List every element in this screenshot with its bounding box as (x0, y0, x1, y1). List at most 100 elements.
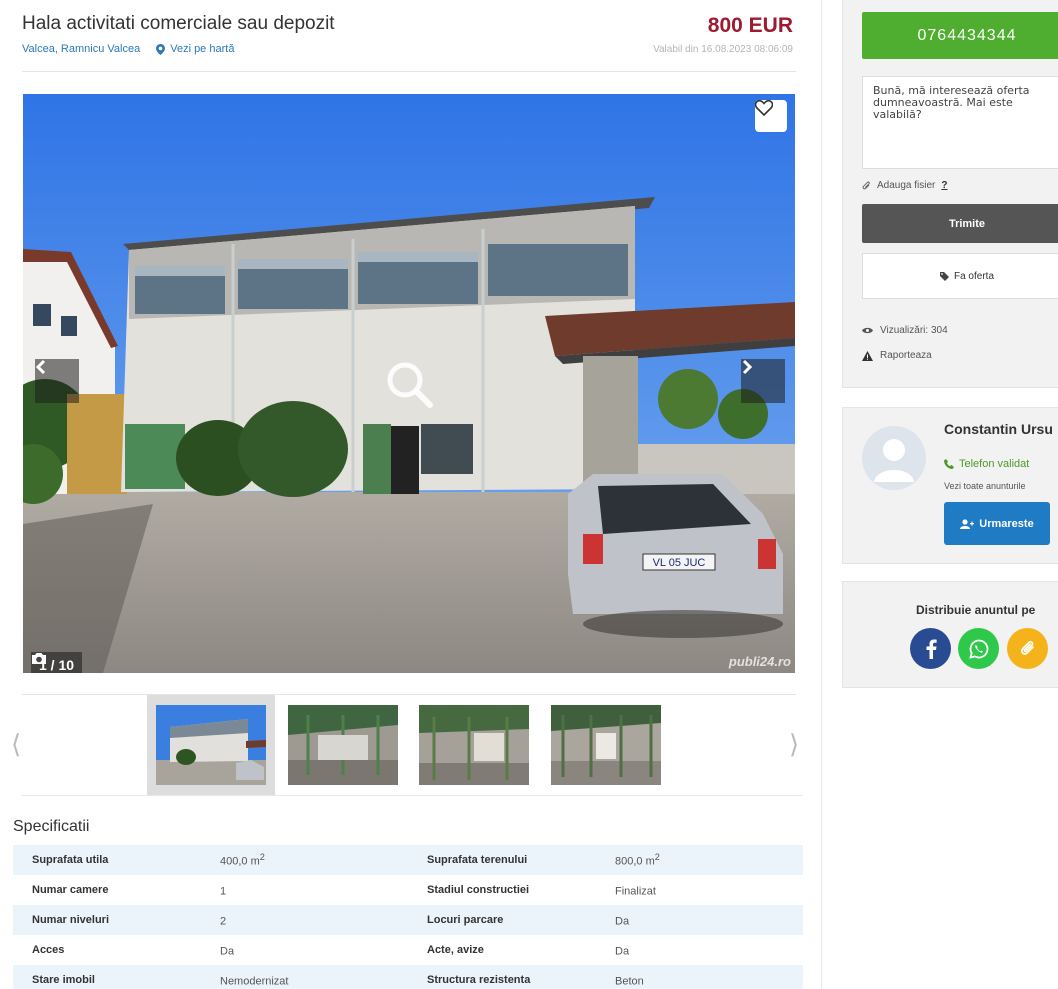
thumbnail-strip: ⟨ ⟩ (0, 695, 822, 795)
views-count: Vizualizări: 304 (862, 325, 948, 336)
report-label: Raporteaza (880, 350, 932, 361)
spec-row: Numar camere 1 Stadiul constructiei Finaliz… (13, 875, 803, 905)
location-bar: Valcea, Ramnicu Valcea Vezi pe hartă (22, 43, 234, 55)
spec-label-text: Suprafata terenului (427, 854, 528, 866)
tag-icon (939, 271, 949, 281)
spec-label: Structura rezistenta (427, 974, 530, 986)
spec-value: Finalizat (615, 882, 656, 898)
spec-value: Da (615, 942, 629, 958)
spec-label: Acte, avize (427, 944, 484, 956)
spec-value: 2 (220, 912, 226, 928)
spec-label-text: Acces (32, 944, 65, 956)
spec-value-text: 2 (220, 915, 227, 928)
spec-row: Suprafata utila 400,0 m2 Suprafata terenul… (13, 845, 803, 875)
thumbnail-image (551, 705, 661, 785)
spec-value: Beton (615, 972, 644, 988)
camera-icon (32, 653, 46, 664)
eye-icon (862, 327, 873, 334)
photo-counter: 1 / 10 (31, 652, 83, 673)
views-text: Vizualizări: 304 (880, 325, 948, 336)
spec-value-text: Da (220, 945, 235, 958)
send-button[interactable]: Trimite (862, 204, 1058, 243)
thumbnail[interactable] (542, 695, 670, 795)
thumbs-prev-button[interactable]: ⟨ (11, 729, 21, 760)
listing-main: Hala activitati comerciale sau depozit V… (0, 0, 822, 989)
share-title: Distribuie anuntul pe (916, 603, 1036, 617)
seller-name[interactable]: Constantin Ursu (944, 421, 1053, 437)
spec-value-text: 400,0 m (220, 855, 260, 868)
make-offer-button[interactable]: Fa oferta (862, 253, 1058, 299)
magnifier-icon (387, 362, 433, 408)
spec-value-text: Nemodernizat (220, 975, 289, 988)
map-link[interactable]: Vezi pe hartă (156, 43, 234, 55)
phone-button[interactable]: 0764434344 (862, 12, 1058, 59)
spec-value-text: Finalizat (615, 885, 656, 898)
spec-row: Numar niveluri 2 Locuri parcare Da (13, 905, 803, 935)
favorite-button[interactable] (755, 100, 787, 132)
attach-label: Adauga fisier (877, 180, 936, 191)
thumbs-next-button[interactable]: ⟩ (789, 729, 799, 760)
spec-label: Numar niveluri (32, 914, 109, 926)
spec-label-text: Numar camere (32, 884, 109, 896)
follow-label: Urmareste (979, 517, 1034, 530)
specs-title: Specificatii (13, 818, 90, 835)
valid-from: Valabil din 16.08.2023 08:06:09 (653, 44, 793, 55)
attach-help[interactable]: ? (941, 180, 947, 191)
whatsapp-icon (968, 639, 988, 659)
spec-value: Da (220, 942, 234, 958)
location-link[interactable]: Valcea, Ramnicu Valcea (22, 43, 140, 55)
paperclip-icon (1020, 640, 1034, 655)
avatar (862, 426, 926, 490)
spec-value: Da (615, 912, 629, 928)
thumbnail[interactable] (410, 695, 538, 795)
heart-icon (755, 100, 773, 116)
spec-label: Suprafata terenului (427, 854, 527, 866)
spec-label-text: Stare imobil (32, 974, 95, 986)
all-ads-link[interactable]: Vezi toate anunturile (944, 481, 1026, 491)
attach-file[interactable]: Adauga fisier ? (862, 180, 947, 191)
spec-label-text: Suprafata utila (32, 854, 109, 866)
spec-row: Stare imobil Nemodernizat Structura rezist… (13, 965, 803, 989)
spec-label: Stadiul constructiei (427, 884, 529, 896)
report-link[interactable]: Raporteaza (862, 350, 932, 361)
thumbnail[interactable] (279, 695, 407, 795)
spec-label-text: Numar niveluri (32, 914, 110, 926)
spec-value-text: 800,0 m (615, 855, 655, 868)
spec-value: 400,0 m2 (220, 852, 265, 868)
specs-table: Suprafata utila 400,0 m2 Suprafata terenul… (13, 845, 803, 989)
spec-label-text: Structura rezistenta (427, 974, 531, 986)
chevron-right-icon (742, 359, 753, 375)
spec-label-text: Acte, avize (427, 944, 484, 956)
spec-label-text: Locuri parcare (427, 914, 504, 926)
map-pin-icon (156, 43, 166, 55)
spec-row: Acces Da Acte, avize Da (13, 935, 803, 965)
spec-label: Locuri parcare (427, 914, 503, 926)
share-copy-link-button[interactable] (1007, 628, 1048, 669)
unit-exponent: 2 (259, 852, 265, 863)
user-plus-icon (960, 518, 975, 529)
watermark: publi24.ro (728, 654, 791, 669)
phone-validated-text: Telefon validat (959, 458, 1030, 470)
chevron-left-icon (35, 359, 46, 375)
unit-exponent: 2 (654, 852, 660, 863)
share-facebook-button[interactable] (910, 628, 951, 669)
spec-value-text: Da (615, 945, 630, 958)
prev-photo-button[interactable] (35, 359, 79, 403)
message-field[interactable]: Bună, mă interesează oferta dumneavoastr… (862, 76, 1058, 169)
spec-label: Suprafata utila (32, 854, 108, 866)
next-photo-button[interactable] (741, 359, 785, 403)
main-photo[interactable]: VL 05 JUC 1 / 10 publi24.ro (23, 94, 795, 673)
spec-value: 1 (220, 882, 226, 898)
follow-button[interactable]: Urmareste (944, 502, 1050, 545)
thumbnail-image (288, 705, 398, 785)
spec-value: 800,0 m2 (615, 852, 660, 868)
spec-label: Numar camere (32, 884, 108, 896)
phone-validated: Telefon validat (944, 458, 1029, 470)
facebook-icon (926, 639, 937, 659)
listing-title: Hala activitati comerciale sau depozit (22, 13, 335, 34)
share-whatsapp-button[interactable] (958, 628, 999, 669)
spec-value: Nemodernizat (220, 972, 288, 988)
divider (22, 795, 802, 796)
spec-label-text: Stadiul constructiei (427, 884, 530, 896)
thumbnail[interactable] (147, 695, 275, 795)
